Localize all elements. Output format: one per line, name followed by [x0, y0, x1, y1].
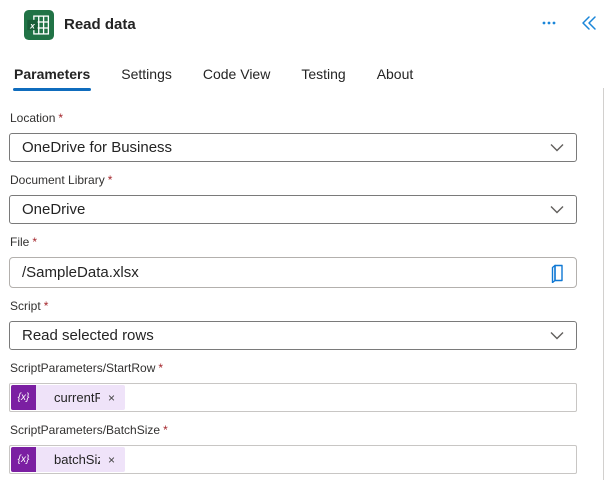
chevron-down-icon — [550, 139, 564, 156]
excel-icon: x — [24, 10, 54, 40]
document-library-value: OneDrive — [22, 201, 85, 218]
panel-header: x Read data — [0, 0, 610, 50]
tab-settings[interactable]: Settings — [120, 66, 173, 91]
required-asterisk: * — [32, 235, 37, 249]
token-text: batchSize — [36, 452, 100, 467]
svg-text:x: x — [29, 20, 35, 30]
batch-size-input[interactable]: {x} batchSize × — [9, 445, 577, 474]
document-library-label: Document Library* — [9, 173, 577, 188]
start-row-input[interactable]: {x} currentR... × — [9, 383, 577, 412]
field-file: File* — [9, 235, 577, 288]
required-asterisk: * — [58, 111, 63, 125]
batch-size-token-pill[interactable]: {x} batchSize × — [11, 447, 125, 472]
required-asterisk: * — [108, 173, 113, 187]
required-asterisk: * — [163, 423, 168, 437]
expression-token-icon: {x} — [11, 447, 36, 472]
chevron-down-icon — [550, 201, 564, 218]
batch-size-label: ScriptParameters/BatchSize* — [9, 423, 577, 438]
field-batch-size: ScriptParameters/BatchSize* {x} batchSiz… — [9, 423, 577, 474]
tab-parameters[interactable]: Parameters — [13, 66, 91, 91]
script-label: Script* — [9, 299, 577, 314]
tab-code-view[interactable]: Code View — [202, 66, 271, 91]
file-input-box — [9, 257, 577, 288]
required-asterisk: * — [158, 361, 163, 375]
remove-token-icon[interactable]: × — [104, 452, 119, 468]
chevron-down-icon — [550, 327, 564, 344]
script-dropdown[interactable]: Read selected rows — [9, 321, 577, 350]
token-text: currentR... — [36, 390, 100, 405]
start-row-label: ScriptParameters/StartRow* — [9, 361, 577, 376]
field-start-row: ScriptParameters/StartRow* {x} currentR.… — [9, 361, 577, 412]
remove-token-icon[interactable]: × — [104, 390, 119, 406]
field-location: Location* OneDrive for Business — [9, 111, 577, 162]
field-document-library: Document Library* OneDrive — [9, 173, 577, 224]
script-value: Read selected rows — [22, 327, 154, 344]
parameters-form: Location* OneDrive for Business Document… — [0, 91, 610, 474]
collapse-panel-icon[interactable] — [576, 12, 602, 34]
tab-testing[interactable]: Testing — [300, 66, 346, 91]
required-asterisk: * — [44, 299, 49, 313]
start-row-token-pill[interactable]: {x} currentR... × — [11, 385, 125, 410]
more-options-icon[interactable] — [536, 12, 562, 34]
tab-about[interactable]: About — [376, 66, 415, 91]
action-title: Read data — [64, 10, 136, 40]
file-picker-icon[interactable] — [548, 261, 568, 285]
location-label: Location* — [9, 111, 577, 126]
panel-right-border — [603, 88, 604, 480]
file-label: File* — [9, 235, 577, 250]
tab-bar: Parameters Settings Code View Testing Ab… — [0, 66, 610, 91]
field-script: Script* Read selected rows — [9, 299, 577, 350]
location-dropdown[interactable]: OneDrive for Business — [9, 133, 577, 162]
action-config-panel: x Read data Parameters Settings C — [0, 0, 610, 480]
file-input[interactable] — [10, 258, 548, 287]
location-value: OneDrive for Business — [22, 139, 172, 156]
expression-token-icon: {x} — [11, 385, 36, 410]
document-library-dropdown[interactable]: OneDrive — [9, 195, 577, 224]
